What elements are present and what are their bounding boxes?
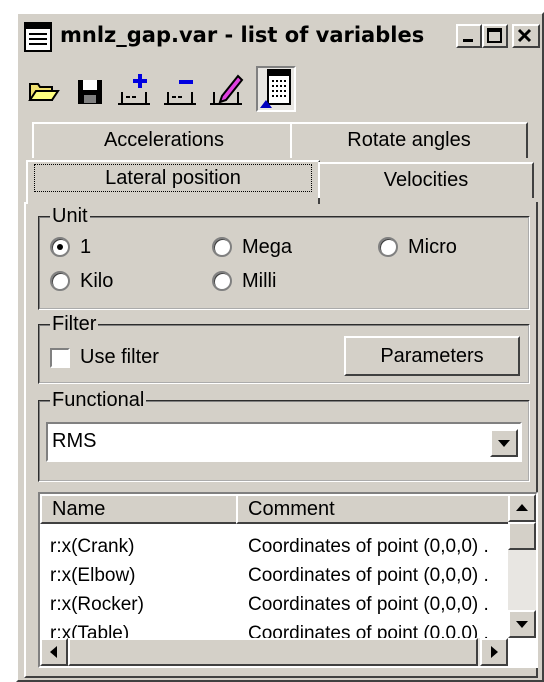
maximize-icon bbox=[487, 28, 502, 43]
variables-list[interactable]: Name Comment r:x(Crank) Coordinates of p… bbox=[38, 492, 538, 668]
save-disk-icon bbox=[78, 80, 102, 104]
tab-label: Rotate angles bbox=[347, 129, 471, 151]
scroll-left-button[interactable] bbox=[40, 638, 68, 666]
minimize-button[interactable] bbox=[456, 24, 482, 48]
close-icon bbox=[517, 28, 532, 43]
radio-dot bbox=[212, 237, 232, 257]
arrow-down-icon bbox=[516, 621, 528, 628]
column-header-comment[interactable]: Comment bbox=[236, 494, 518, 524]
functional-select[interactable]: RMS bbox=[46, 422, 522, 462]
tab-strip: Accelerations Rotate angles Lateral posi… bbox=[24, 122, 538, 204]
radio-label: 1 bbox=[80, 236, 92, 258]
radio-dot bbox=[50, 237, 70, 257]
arrow-up-icon bbox=[516, 504, 528, 511]
tab-label: Accelerations bbox=[103, 129, 225, 151]
radio-label: Kilo bbox=[80, 270, 114, 292]
save-button[interactable] bbox=[72, 70, 108, 110]
minimize-icon bbox=[463, 39, 473, 42]
arrow-right-icon bbox=[491, 646, 498, 658]
radio-dot bbox=[212, 271, 232, 291]
functional-dropdown-button[interactable] bbox=[490, 429, 518, 457]
remove-variable-icon bbox=[164, 80, 196, 105]
tab-velocities[interactable]: Velocities bbox=[318, 162, 534, 198]
parameters-button[interactable]: Parameters bbox=[344, 336, 520, 376]
column-header-name[interactable]: Name bbox=[40, 494, 238, 524]
filter-group: Filter Use filter Parameters bbox=[38, 313, 530, 384]
arrow-left-icon bbox=[50, 646, 57, 658]
close-button[interactable] bbox=[512, 24, 540, 48]
row-comment: Coordinates of point (0,0,0) . bbox=[248, 536, 489, 557]
row-name: r:x(Elbow) bbox=[50, 565, 136, 586]
row-name: r:x(Rocker) bbox=[50, 594, 144, 615]
open-button[interactable] bbox=[26, 70, 62, 110]
calculator-button[interactable] bbox=[256, 66, 296, 112]
use-filter-checkbox[interactable] bbox=[50, 348, 70, 368]
add-variable-icon bbox=[118, 74, 150, 105]
column-header-label: Name bbox=[52, 498, 106, 520]
horizontal-scrollbar[interactable] bbox=[40, 638, 508, 666]
chevron-down-icon bbox=[498, 440, 510, 447]
radio-label: Milli bbox=[242, 270, 277, 292]
title-bar[interactable]: mnlz_gap.var - list of variables bbox=[20, 16, 540, 56]
row-comment: Coordinates of point (0,0,0) . bbox=[248, 594, 489, 615]
unit-group: Unit 1 Mega Micro Kilo Milli bbox=[38, 205, 530, 310]
functional-select-value: RMS bbox=[52, 430, 97, 452]
row-name: r:x(Crank) bbox=[50, 536, 135, 557]
variables-window: mnlz_gap.var - list of variables Acceler… bbox=[16, 12, 544, 682]
use-filter-label: Use filter bbox=[80, 346, 159, 368]
radio-dot bbox=[378, 237, 398, 257]
scroll-right-button[interactable] bbox=[480, 638, 508, 666]
scroll-thumb[interactable] bbox=[508, 522, 536, 550]
functional-group: Functional RMS bbox=[38, 389, 530, 482]
open-folder-icon bbox=[28, 83, 60, 101]
parameters-button-label: Parameters bbox=[380, 345, 484, 367]
edit-variable-icon bbox=[210, 74, 244, 105]
column-header-label: Comment bbox=[248, 498, 335, 520]
radio-dot bbox=[50, 271, 70, 291]
scroll-down-button[interactable] bbox=[508, 610, 536, 638]
edit-variable-button[interactable] bbox=[208, 70, 244, 110]
radio-label: Micro bbox=[408, 236, 457, 258]
unit-group-label: Unit bbox=[50, 205, 90, 227]
window-list-icon bbox=[24, 22, 52, 52]
remove-variable-button[interactable] bbox=[162, 70, 198, 110]
scroll-thumb-horizontal[interactable] bbox=[68, 638, 478, 666]
add-variable-button[interactable] bbox=[116, 70, 152, 110]
filter-group-label: Filter bbox=[50, 313, 99, 335]
tab-label: Velocities bbox=[383, 169, 469, 191]
calculator-icon bbox=[260, 69, 291, 108]
vertical-scrollbar[interactable] bbox=[508, 494, 536, 638]
tab-accelerations[interactable]: Accelerations bbox=[32, 122, 296, 158]
scroll-up-button[interactable] bbox=[508, 494, 536, 522]
window-title: mnlz_gap.var - list of variables bbox=[60, 23, 425, 47]
radio-label: Mega bbox=[242, 236, 293, 258]
toolbar bbox=[20, 62, 540, 118]
row-comment: Coordinates of point (0,0,0) . bbox=[248, 565, 489, 586]
tab-rotate-angles[interactable]: Rotate angles bbox=[290, 122, 528, 158]
tab-label: Lateral position bbox=[34, 164, 312, 192]
tab-lateral-position[interactable]: Lateral position bbox=[26, 160, 320, 204]
maximize-button[interactable] bbox=[482, 24, 508, 48]
functional-group-label: Functional bbox=[50, 389, 147, 411]
tab-panel: Unit 1 Mega Micro Kilo Milli Filter Use … bbox=[24, 202, 538, 678]
